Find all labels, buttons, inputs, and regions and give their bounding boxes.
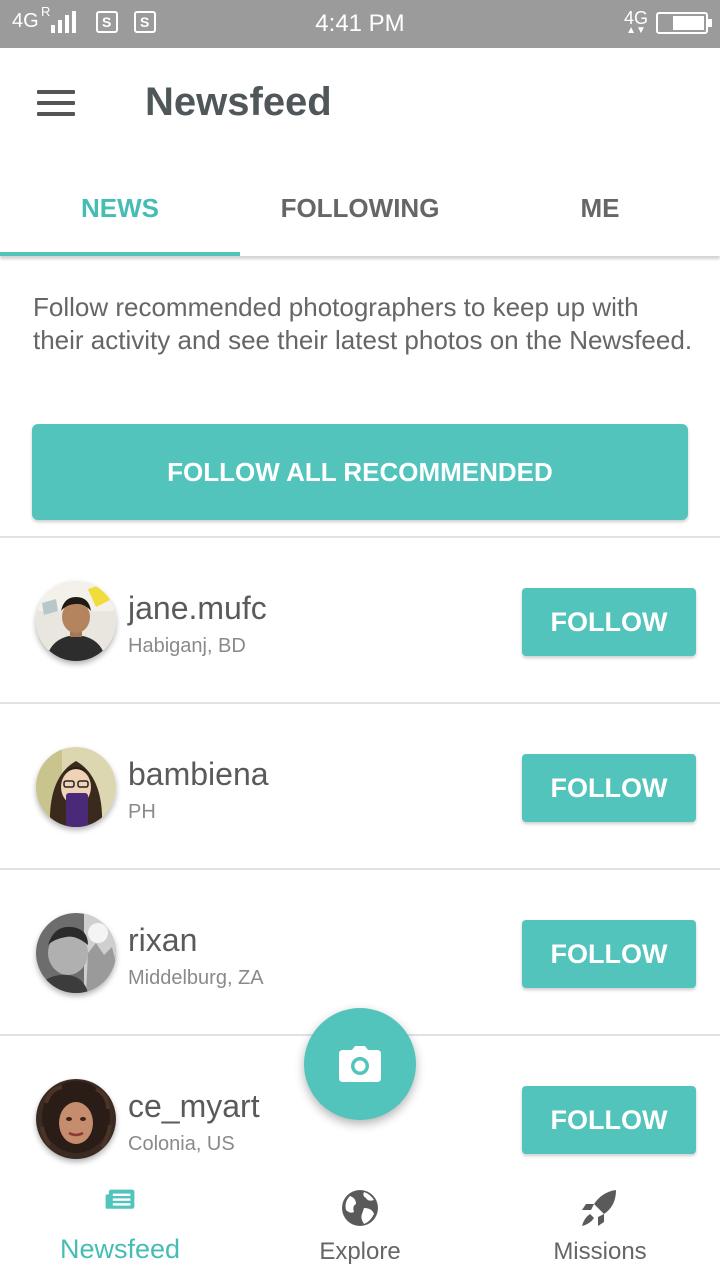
page-title: Newsfeed (145, 80, 332, 124)
camera-fab-button[interactable] (304, 1008, 416, 1120)
follow-button[interactable]: FOLLOW (522, 920, 696, 988)
status-time: 4:41 PM (315, 10, 405, 37)
intro-text: Follow recommended photographers to keep… (33, 292, 693, 355)
data-network-icon: 4G ▲▼ (623, 8, 648, 36)
username[interactable]: bambiena (128, 756, 269, 793)
nav-item-newsfeed[interactable]: Newsfeed (0, 1168, 240, 1280)
user-location: Colonia, US (128, 1133, 235, 1155)
nav-item-explore[interactable]: Explore (240, 1168, 480, 1280)
avatar[interactable] (36, 1079, 116, 1159)
nav-label-missions: Missions (553, 1238, 647, 1265)
nav-item-missions[interactable]: Missions (480, 1168, 720, 1280)
username[interactable]: ce_myart (128, 1088, 260, 1125)
rocket-icon (582, 1190, 616, 1226)
avatar[interactable] (36, 913, 116, 993)
user-location: Middelburg, ZA (128, 967, 264, 989)
username[interactable]: jane.mufc (128, 590, 267, 627)
hamburger-menu-icon[interactable] (30, 84, 82, 124)
tab-news[interactable]: NEWS (0, 160, 240, 256)
tab-bar: NEWS FOLLOWING ME (0, 160, 720, 256)
username[interactable]: rixan (128, 922, 197, 959)
battery-fill (673, 16, 704, 30)
user-location: Habiganj, BD (128, 635, 246, 657)
status-bar: 4G R S S 4:41 PM 4G ▲▼ (0, 0, 720, 48)
avatar[interactable] (36, 747, 116, 827)
follow-button[interactable]: FOLLOW (522, 1086, 696, 1154)
newspaper-icon (105, 1189, 135, 1209)
nav-label-explore: Explore (319, 1238, 401, 1265)
list-item: jane.mufc Habiganj, BD FOLLOW (0, 538, 720, 702)
tab-following[interactable]: FOLLOWING (240, 160, 480, 256)
battery-icon (656, 12, 712, 34)
tab-me[interactable]: ME (480, 160, 720, 256)
status-bar-right: 4G ▲▼ (623, 8, 712, 36)
follow-all-recommended-button[interactable]: FOLLOW ALL RECOMMENDED (32, 424, 688, 520)
user-location: PH (128, 801, 156, 823)
avatar[interactable] (36, 581, 116, 661)
globe-icon (342, 1190, 378, 1226)
app-bar: Newsfeed (0, 48, 720, 160)
camera-icon (339, 1046, 381, 1082)
bottom-navigation: Newsfeed Explore Missions (0, 1168, 720, 1280)
follow-button[interactable]: FOLLOW (522, 754, 696, 822)
list-item: bambiena PH FOLLOW (0, 704, 720, 868)
follow-button[interactable]: FOLLOW (522, 588, 696, 656)
nav-label-newsfeed: Newsfeed (59, 1234, 181, 1264)
